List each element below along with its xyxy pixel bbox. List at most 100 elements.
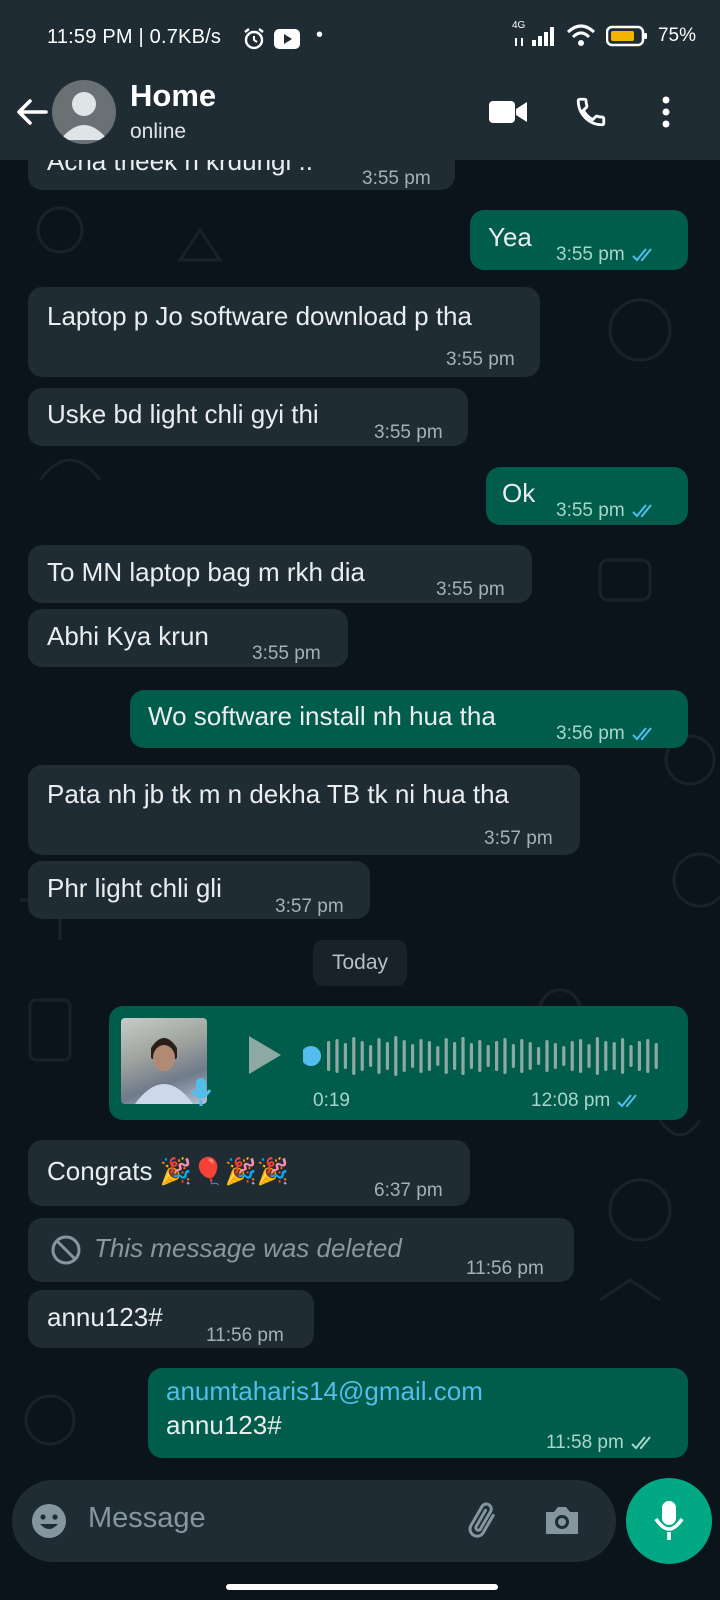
- audio-waveform[interactable]: [303, 1034, 663, 1078]
- email-link[interactable]: anumtaharis14@gmail.com: [166, 1374, 483, 1408]
- waveform-bar: [579, 1039, 583, 1073]
- waveform-bar: [411, 1044, 415, 1068]
- message-incoming[interactable]: Congrats 🎉🎈🎉🎉 6:37 pm: [28, 1140, 470, 1206]
- message-time: 11:56 pm: [466, 1258, 544, 1279]
- read-receipt-icon: [631, 727, 652, 741]
- waveform-bar: [495, 1041, 499, 1071]
- delivered-receipt-icon: [631, 1436, 651, 1450]
- message-time: 3:55 pm: [436, 579, 505, 600]
- message-incoming[interactable]: Pata nh jb tk m n dekha TB tk ni hua tha…: [28, 765, 580, 855]
- waveform-bar: [486, 1045, 490, 1067]
- signal-icon: 4G: [512, 20, 556, 48]
- waveform-bar: [453, 1042, 457, 1070]
- waveform-bar: [604, 1041, 608, 1071]
- phone-icon: [576, 97, 606, 127]
- waveform-bar: [360, 1041, 364, 1071]
- waveform-bar: [444, 1038, 448, 1074]
- contact-avatar[interactable]: [52, 80, 116, 144]
- message-text: Pata nh jb tk m n dekha TB tk ni hua tha: [47, 779, 510, 809]
- wifi-icon: [566, 24, 595, 46]
- message-text: Congrats 🎉🎈🎉🎉: [47, 1156, 290, 1186]
- voice-record-button[interactable]: [626, 1478, 712, 1564]
- video-call-button[interactable]: [486, 90, 530, 134]
- voice-duration: 0:19: [313, 1090, 350, 1111]
- message-outgoing[interactable]: Ok 3:55 pm: [486, 467, 688, 525]
- waveform-bar: [537, 1047, 541, 1065]
- message-time: 11:58 pm: [546, 1432, 624, 1453]
- kebab-menu-icon: [662, 96, 670, 128]
- message-outgoing[interactable]: anumtaharis14@gmail.com annu123# 11:58 p…: [148, 1368, 688, 1458]
- message-incoming[interactable]: Phr light chli gli 3:57 pm: [28, 861, 370, 919]
- message-time: 3:55 pm: [446, 349, 515, 370]
- message-text: Phr light chli gli: [47, 873, 222, 903]
- chat-title[interactable]: Home: [130, 78, 216, 114]
- waveform-bar: [335, 1039, 339, 1073]
- message-time: 3:55 pm: [362, 168, 431, 189]
- waveform-bar: [654, 1043, 658, 1069]
- read-receipt-icon: [631, 248, 652, 262]
- waveform-bar: [394, 1036, 398, 1076]
- message-composer[interactable]: Message: [12, 1480, 616, 1562]
- message-text: This message was deleted: [94, 1233, 402, 1263]
- message-time: 3:55 pm: [252, 643, 321, 664]
- waveform-bar: [587, 1044, 591, 1068]
- message-time: 3:55 pm: [556, 244, 625, 265]
- gesture-home-bar[interactable]: [226, 1584, 498, 1590]
- waveform-bar: [612, 1042, 616, 1070]
- message-text: Laptop p Jo software download p tha: [47, 301, 472, 331]
- emoji-icon[interactable]: [30, 1502, 68, 1540]
- read-receipt-icon: [631, 504, 652, 518]
- message-time: 3:55 pm: [556, 500, 625, 521]
- waveform-bar: [369, 1045, 373, 1067]
- message-incoming[interactable]: annu123# 11:56 pm: [28, 1290, 314, 1348]
- voice-message[interactable]: 0:19 12:08 pm: [109, 1006, 688, 1120]
- waveform-bar: [545, 1040, 549, 1072]
- chat-header[interactable]: Home online: [0, 78, 720, 160]
- waveform-bar: [570, 1041, 574, 1071]
- message-time: 3:56 pm: [556, 723, 625, 744]
- waveform-bar: [436, 1046, 440, 1066]
- message-outgoing[interactable]: Wo software install nh hua tha 3:56 pm: [130, 690, 688, 748]
- deleted-message[interactable]: This message was deleted 11:56 pm: [28, 1218, 574, 1282]
- message-time: 11:56 pm: [206, 1325, 284, 1346]
- play-icon[interactable]: [247, 1034, 283, 1076]
- microphone-icon: [654, 1501, 684, 1540]
- message-incoming[interactable]: To MN laptop bag m rkh dia 3:55 pm: [28, 545, 532, 603]
- waveform-bar: [520, 1039, 524, 1073]
- voice-call-button[interactable]: [569, 90, 613, 134]
- message-text: To MN laptop bag m rkh dia: [47, 557, 365, 587]
- waveform-bar: [427, 1041, 431, 1071]
- message-incoming[interactable]: Abhi Kya krun 3:55 pm: [28, 609, 348, 667]
- waveform-bar: [352, 1037, 356, 1075]
- mic-badge-icon: [190, 1078, 212, 1106]
- status-bar: 11:59 PM | 0.7KB/s • 4G 75%: [0, 0, 720, 80]
- attachment-icon[interactable]: [464, 1500, 504, 1542]
- message-time: 3:55 pm: [374, 422, 443, 443]
- message-text: Yea: [488, 222, 532, 252]
- message-time: 3:57 pm: [275, 896, 344, 917]
- message-input[interactable]: Message: [88, 1502, 206, 1535]
- notification-dot-icon: •: [316, 24, 324, 46]
- message-text: annu123#: [47, 1302, 163, 1332]
- waveform-bar: [343, 1043, 347, 1069]
- more-options-button[interactable]: [644, 90, 688, 134]
- waveform-bar: [562, 1046, 566, 1066]
- message-text: Abhi Kya krun: [47, 621, 209, 651]
- chat-status: online: [130, 120, 187, 143]
- default-avatar-icon: [60, 92, 108, 140]
- back-arrow-icon[interactable]: [12, 92, 52, 132]
- status-time: 11:59 PM | 0.7KB/s: [47, 26, 222, 48]
- message-incoming[interactable]: Laptop p Jo software download p tha 3:55…: [28, 287, 540, 377]
- waveform-bar: [629, 1045, 633, 1067]
- message-outgoing[interactable]: Yea 3:55 pm: [470, 210, 688, 270]
- waveform-bar: [402, 1040, 406, 1072]
- waveform-bar: [637, 1041, 641, 1071]
- waveform-bar: [469, 1043, 473, 1069]
- message-time: 3:57 pm: [484, 828, 553, 849]
- status-icons: 4G 75%: [512, 20, 696, 48]
- waveform-bar: [595, 1037, 599, 1075]
- waveform-bar: [385, 1042, 389, 1070]
- camera-icon[interactable]: [542, 1504, 582, 1538]
- message-incoming[interactable]: Uske bd light chli gyi thi 3:55 pm: [28, 388, 468, 446]
- waveform-bar: [553, 1043, 557, 1069]
